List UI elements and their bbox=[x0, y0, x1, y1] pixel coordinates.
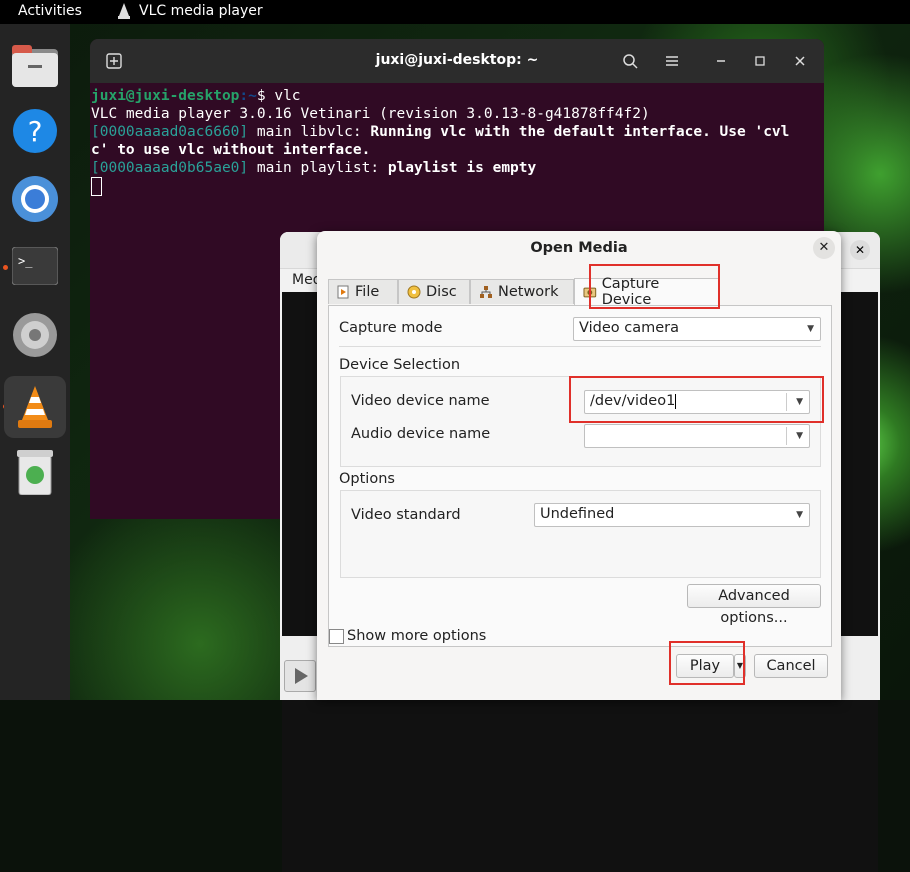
dialog-title: Open Media bbox=[530, 240, 628, 256]
chevron-down-icon: ▼ bbox=[796, 510, 803, 520]
close-icon[interactable]: ✕ bbox=[813, 237, 835, 259]
highlight-play-button bbox=[669, 641, 745, 685]
tab-file[interactable]: File bbox=[328, 279, 398, 304]
show-more-options-label[interactable]: Show more options bbox=[347, 628, 486, 644]
trash-icon[interactable] bbox=[8, 444, 62, 498]
capture-panel: Capture mode Video camera ▼ Device Selec… bbox=[328, 305, 832, 647]
disc-icon bbox=[407, 285, 421, 299]
tab-file-label: File bbox=[355, 284, 380, 300]
log-address: [0000aaaad0b65ae0] bbox=[91, 160, 249, 176]
file-icon bbox=[337, 285, 349, 299]
video-standard-select[interactable]: Undefined ▼ bbox=[534, 503, 810, 527]
audio-device-input[interactable]: ▼ bbox=[584, 424, 810, 448]
device-selection-label: Device Selection bbox=[339, 357, 461, 373]
highlight-video-device bbox=[569, 376, 824, 423]
log-message: playlist is empty bbox=[387, 160, 537, 176]
app-menu[interactable]: VLC media player bbox=[117, 3, 263, 19]
terminal-icon[interactable]: >_ bbox=[8, 239, 62, 293]
log-message-cont: c' to use vlc without interface. bbox=[91, 142, 371, 158]
terminal-header: juxi@juxi-desktop: ~ bbox=[90, 39, 824, 83]
video-device-label: Video device name bbox=[351, 393, 490, 409]
tab-network[interactable]: Network bbox=[470, 279, 574, 304]
audio-device-label: Audio device name bbox=[351, 426, 491, 442]
close-icon[interactable]: ✕ bbox=[850, 240, 870, 260]
advanced-options-button[interactable]: Advanced options... bbox=[687, 584, 821, 626]
terminal-output[interactable]: juxi@juxi-desktop:~$ vlc VLC media playe… bbox=[90, 83, 824, 196]
help-icon[interactable]: ? bbox=[8, 104, 62, 158]
log-module: main libvlc: bbox=[248, 124, 371, 140]
close-icon[interactable] bbox=[786, 47, 814, 75]
capture-mode-value: Video camera bbox=[579, 320, 679, 336]
app-name: VLC media player bbox=[139, 3, 263, 19]
output-line: VLC media player 3.0.16 Vetinari (revisi… bbox=[91, 106, 650, 122]
prompt-path: :~ bbox=[239, 88, 257, 104]
dock: ? >_ bbox=[0, 24, 70, 700]
prompt-command: $ vlc bbox=[256, 88, 301, 104]
capture-mode-label: Capture mode bbox=[339, 320, 443, 336]
terminal-cursor bbox=[91, 177, 102, 196]
video-standard-label: Video standard bbox=[351, 507, 461, 523]
network-icon bbox=[480, 286, 492, 298]
play-icon[interactable] bbox=[284, 660, 316, 692]
divider bbox=[339, 346, 821, 347]
options-label: Options bbox=[339, 471, 395, 487]
options-group: Video standard Undefined ▼ bbox=[340, 490, 821, 578]
capture-mode-select[interactable]: Video camera ▼ bbox=[573, 317, 821, 341]
svg-text:>_: >_ bbox=[18, 254, 33, 268]
chromium-icon[interactable] bbox=[8, 172, 62, 226]
files-icon[interactable] bbox=[8, 39, 62, 93]
menu-icon[interactable] bbox=[658, 47, 686, 75]
highlight-capture-tab bbox=[589, 264, 720, 309]
prompt-user: juxi@juxi-desktop bbox=[91, 88, 240, 104]
vlc-cone-icon bbox=[117, 3, 131, 19]
video-standard-value: Undefined bbox=[540, 506, 615, 522]
open-media-dialog: Open Media ✕ File Disc Network Capture D… bbox=[317, 231, 841, 700]
activities-button[interactable]: Activities bbox=[18, 3, 82, 19]
log-address: [0000aaaad0ac6660] bbox=[91, 124, 249, 140]
combo-separator bbox=[786, 427, 787, 445]
show-more-options-checkbox[interactable] bbox=[329, 629, 344, 644]
chevron-down-icon: ▼ bbox=[807, 324, 814, 334]
chevron-down-icon: ▼ bbox=[796, 431, 803, 441]
maximize-icon[interactable] bbox=[746, 47, 774, 75]
svg-text:?: ? bbox=[28, 115, 43, 148]
log-message: Running vlc with the default interface. … bbox=[370, 124, 790, 140]
search-icon[interactable] bbox=[616, 47, 644, 75]
cancel-button[interactable]: Cancel bbox=[754, 654, 828, 678]
tab-disc[interactable]: Disc bbox=[398, 279, 470, 304]
tab-network-label: Network bbox=[498, 284, 559, 300]
log-module: main playlist: bbox=[248, 160, 388, 176]
settings-icon[interactable] bbox=[8, 308, 62, 362]
minimize-icon[interactable] bbox=[707, 47, 735, 75]
top-bar: Activities VLC media player bbox=[0, 0, 910, 24]
tab-disc-label: Disc bbox=[426, 284, 457, 300]
vlc-icon[interactable] bbox=[4, 376, 66, 438]
